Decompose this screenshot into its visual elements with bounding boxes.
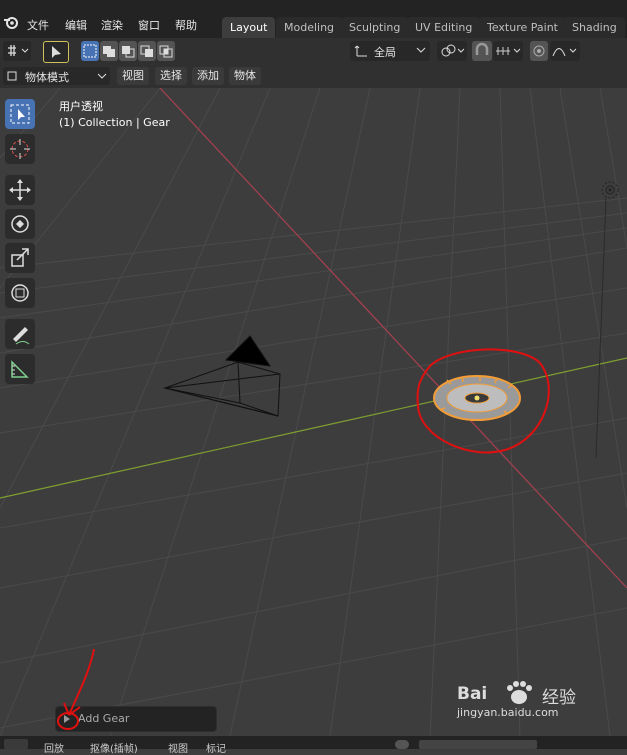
baidu-watermark: Bai 经验 jingyan.baidu.com (457, 678, 617, 722)
tool-rotate[interactable] (5, 209, 35, 239)
select-subtract-icon (122, 46, 135, 58)
select-extend-icon (103, 46, 115, 57)
keying-menu[interactable]: 抠像(插帧) (90, 740, 138, 755)
view-menu[interactable]: 视图 (117, 67, 149, 85)
pivot-link-icon (441, 44, 465, 57)
tab-shading[interactable]: Shading (564, 17, 625, 38)
playback-menu[interactable]: 回放 (44, 740, 64, 755)
menu-file[interactable]: 文件 (27, 17, 49, 33)
cursor-arrow-icon (52, 46, 61, 58)
select-subtract-button[interactable] (119, 41, 137, 61)
collection-info: (1) Collection | Gear (59, 116, 170, 129)
select-menu[interactable]: 选择 (155, 67, 187, 85)
proportional-edit-button[interactable] (530, 41, 548, 61)
blender-logo-icon[interactable] (3, 14, 19, 30)
tool-annotate[interactable] (5, 319, 35, 349)
select-extend-button[interactable] (100, 41, 118, 61)
orientation-icon (354, 45, 367, 57)
record-button[interactable] (395, 740, 409, 749)
select-tool-button[interactable] (43, 41, 69, 63)
rotate-icon (11, 215, 29, 233)
select-invert-button[interactable] (138, 41, 156, 61)
light-icon (601, 181, 619, 199)
object-menu[interactable]: 物体 (229, 67, 261, 85)
playback-controls[interactable] (419, 740, 537, 749)
select-box-icon (83, 44, 97, 58)
snap-increment-icon (496, 47, 521, 55)
3d-viewport[interactable]: 用户透视 (1) Collection | Gear (0, 88, 627, 736)
object-mode-select[interactable]: 物体模式 (3, 67, 110, 85)
select-box-icon (10, 104, 30, 124)
falloff-curve-icon (552, 48, 577, 57)
snap-toggle-button[interactable] (472, 41, 492, 61)
editor-type-icon (8, 45, 29, 56)
select-invert-icon (140, 45, 153, 57)
move-icon (9, 179, 31, 201)
ruler-icon (11, 360, 29, 378)
timeline-view-menu[interactable]: 视图 (168, 740, 188, 755)
chevron-down-icon (97, 73, 107, 79)
watermark-url: jingyan.baidu.com (457, 706, 559, 719)
gear-object (433, 375, 521, 421)
watermark-brand: Bai (457, 684, 488, 704)
tool-measure[interactable] (5, 354, 35, 384)
tool-scale[interactable] (5, 243, 35, 273)
tab-layout[interactable]: Layout (222, 17, 276, 38)
select-new-button[interactable] (81, 41, 99, 61)
tab-sculpting[interactable]: Sculpting (341, 17, 409, 38)
timeline-editor-type[interactable] (4, 739, 28, 749)
chevron-down-icon (416, 47, 426, 53)
tab-texture-paint[interactable]: Texture Paint (479, 17, 566, 38)
menu-help[interactable]: 帮助 (175, 17, 197, 33)
3d-cursor-icon (10, 139, 30, 159)
tool-cursor[interactable] (5, 134, 35, 164)
tool-transform[interactable] (5, 278, 35, 308)
select-intersect-icon (159, 45, 173, 58)
viewport-scene (0, 88, 627, 736)
falloff-select[interactable] (550, 41, 580, 61)
snap-target-select[interactable] (493, 41, 523, 61)
pencil-icon (13, 327, 30, 345)
menu-window[interactable]: 窗口 (138, 17, 160, 33)
red-arrow-annotation (57, 648, 95, 730)
transform-orientation-value: 全局 (374, 46, 396, 59)
y-axis-line (0, 357, 627, 499)
menu-render[interactable]: 渲染 (101, 17, 123, 33)
transform-icon (11, 284, 29, 302)
magnet-icon (475, 42, 489, 55)
light-line (595, 197, 607, 459)
menu-edit[interactable]: 编辑 (65, 17, 87, 33)
x-axis-line (159, 88, 627, 589)
tool-move[interactable] (5, 175, 35, 205)
object-mode-value: 物体模式 (25, 71, 69, 84)
pivot-point-select[interactable] (437, 41, 467, 61)
view-name: 用户透视 (59, 100, 103, 113)
object-mode-icon (7, 71, 17, 81)
add-menu[interactable]: 添加 (192, 67, 224, 85)
select-intersect-button[interactable] (157, 41, 175, 61)
marker-menu[interactable]: 标记 (206, 740, 226, 755)
floor-grid (0, 88, 627, 736)
tool-select-box[interactable] (5, 99, 35, 129)
transform-orientation-select[interactable]: 全局 (350, 41, 430, 61)
watermark-brand-cn: 经验 (542, 688, 576, 708)
tab-uv-editing[interactable]: UV Editing (407, 17, 481, 38)
paw-logo-icon (507, 681, 532, 704)
proportional-edit-icon (533, 45, 545, 57)
scale-icon (11, 248, 29, 267)
tab-modeling[interactable]: Modeling (276, 17, 343, 38)
editor-type-button[interactable] (3, 41, 31, 61)
